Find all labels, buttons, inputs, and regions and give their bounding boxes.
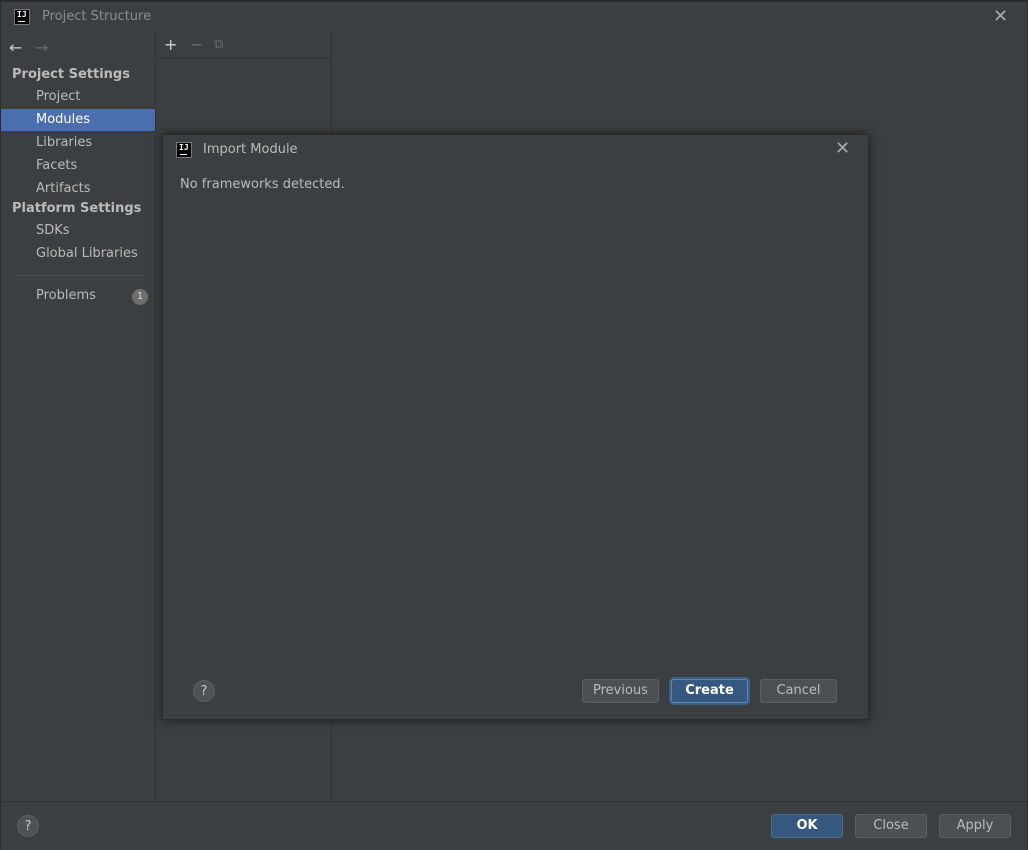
sidebar-item-artifacts[interactable]: Artifacts <box>1 178 155 200</box>
sidebar-item-global-libraries[interactable]: Global Libraries <box>1 243 155 265</box>
sidebar-item-libraries[interactable]: Libraries <box>1 132 155 154</box>
help-button[interactable]: ? <box>17 815 39 837</box>
title-bar: IJ Project Structure ✕ <box>1 2 1027 33</box>
sidebar-item-problems[interactable]: Problems 1 <box>1 285 155 307</box>
app-icon-text: IJ <box>17 10 27 19</box>
back-arrow-icon[interactable]: ← <box>9 38 22 57</box>
previous-button[interactable]: Previous <box>582 679 659 703</box>
window-title: Project Structure <box>42 9 152 24</box>
problems-count-badge: 1 <box>132 289 148 305</box>
no-frameworks-message: No frameworks detected. <box>180 177 345 192</box>
project-structure-window: IJ Project Structure ✕ ← → Project Setti… <box>0 0 1028 850</box>
nav-row: ← → <box>1 32 155 62</box>
settings-sidebar: ← → Project Settings Project Modules Lib… <box>1 32 156 800</box>
sidebar-item-project[interactable]: Project <box>1 86 155 108</box>
platform-settings-header: Platform Settings <box>12 201 142 216</box>
modules-toolbar: + − ⧉ <box>156 32 331 59</box>
add-icon[interactable]: + <box>164 35 177 54</box>
dialog-intellij-icon: IJ <box>176 142 192 158</box>
dialog-close-icon[interactable]: ✕ <box>835 140 850 158</box>
intellij-app-icon: IJ <box>14 9 30 25</box>
dialog-help-button[interactable]: ? <box>193 680 215 702</box>
dialog-title: Import Module <box>203 142 298 157</box>
project-settings-header: Project Settings <box>12 67 130 82</box>
window-close-icon[interactable]: ✕ <box>993 8 1008 26</box>
sidebar-item-sdks[interactable]: SDKs <box>1 220 155 242</box>
sidebar-item-facets[interactable]: Facets <box>1 155 155 177</box>
copy-icon[interactable]: ⧉ <box>214 37 223 52</box>
import-module-dialog: IJ Import Module ✕ No frameworks detecte… <box>162 134 869 720</box>
create-button[interactable]: Create <box>671 679 748 703</box>
close-button[interactable]: Close <box>855 814 927 838</box>
forward-arrow-icon[interactable]: → <box>35 38 48 57</box>
dialog-icon-text: IJ <box>179 143 189 152</box>
ok-button[interactable]: OK <box>771 814 843 838</box>
sidebar-separator <box>16 275 144 276</box>
cancel-button[interactable]: Cancel <box>760 679 837 703</box>
apply-button[interactable]: Apply <box>939 814 1011 838</box>
problems-label: Problems <box>36 288 96 303</box>
remove-icon[interactable]: − <box>190 35 203 54</box>
sidebar-item-modules[interactable]: Modules <box>1 109 155 131</box>
bottom-bar: ? OK Close Apply <box>1 801 1027 850</box>
